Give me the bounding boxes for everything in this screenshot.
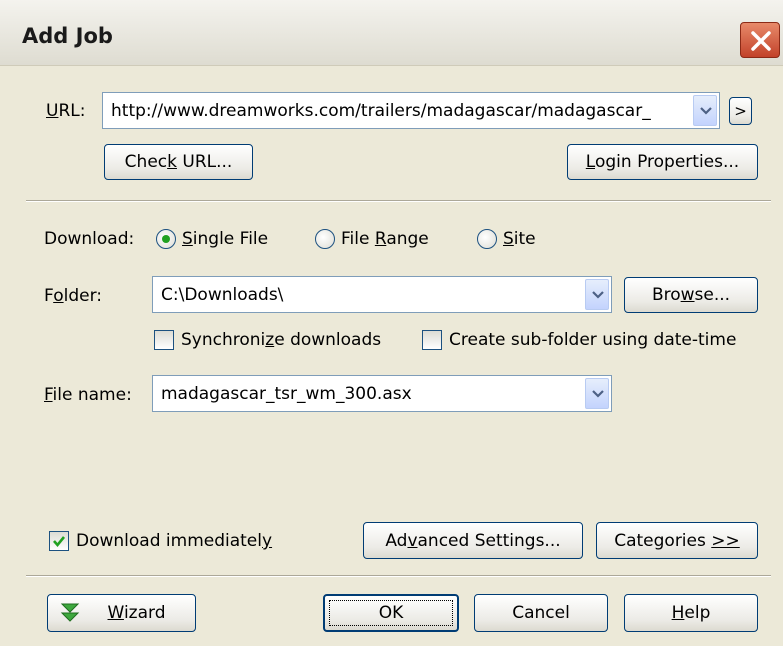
synchronize-downloads-label[interactable]: Synchronize downloads [181, 330, 381, 350]
folder-dropdown-button[interactable] [585, 279, 609, 310]
download-label: Download: [44, 229, 135, 249]
radio-single-file[interactable] [156, 229, 176, 249]
radio-site[interactable] [477, 229, 497, 249]
ok-button[interactable]: OK [323, 594, 459, 632]
url-dropdown-button[interactable] [693, 95, 717, 126]
check-url-label: Check URL... [124, 152, 233, 172]
browse-label: Browse... [651, 285, 731, 305]
folder-combobox[interactable]: C:\Downloads\ [152, 276, 612, 313]
separator-top [26, 200, 771, 202]
window-title: Add Job [22, 24, 113, 48]
file-name-dropdown-button[interactable] [585, 378, 609, 409]
url-input[interactable]: http://www.dreamworks.com/trailers/madag… [111, 93, 689, 128]
synchronize-downloads-checkbox[interactable] [154, 330, 174, 350]
help-button[interactable]: Help [624, 594, 758, 632]
advanced-settings-label: Advanced Settings... [385, 530, 561, 551]
chevron-down-icon [700, 106, 712, 115]
cancel-button[interactable]: Cancel [474, 594, 608, 632]
focus-rect [329, 600, 453, 626]
categories-label: Categories >> [614, 530, 740, 551]
check-url-button[interactable]: Check URL... [104, 144, 253, 180]
categories-button[interactable]: Categories >> [596, 522, 758, 559]
folder-label: Folder: [44, 286, 102, 306]
separator-bottom [26, 575, 771, 577]
chevron-down-icon [592, 290, 604, 299]
close-icon [751, 31, 771, 51]
cancel-label: Cancel [512, 603, 570, 623]
url-label: URL: [46, 101, 86, 121]
title-bar[interactable]: Add Job [0, 0, 783, 66]
advanced-settings-button[interactable]: Advanced Settings... [363, 522, 583, 559]
close-button[interactable] [740, 22, 780, 58]
folder-input[interactable]: C:\Downloads\ [161, 277, 581, 312]
radio-site-label[interactable]: Site [503, 229, 536, 249]
help-label: Help [671, 603, 711, 623]
go-button[interactable]: > [729, 97, 752, 125]
download-immediately-label[interactable]: Download immediately [76, 531, 272, 551]
wizard-button[interactable]: Wizard [47, 594, 196, 632]
chevron-down-icon [592, 389, 604, 398]
url-combobox[interactable]: http://www.dreamworks.com/trailers/madag… [102, 92, 720, 129]
wizard-label: Wizard [107, 603, 166, 623]
radio-single-file-label[interactable]: Single File [182, 229, 268, 249]
file-name-combobox[interactable]: madagascar_tsr_wm_300.asx [152, 375, 612, 412]
login-properties-label: Login Properties... [585, 152, 740, 172]
file-name-label: File name: [44, 385, 132, 405]
create-subfolder-checkbox[interactable] [422, 330, 442, 350]
checkmark-icon [53, 536, 66, 548]
wizard-arrows-icon [60, 603, 80, 622]
browse-button[interactable]: Browse... [624, 277, 758, 313]
radio-file-range[interactable] [315, 229, 335, 249]
radio-file-range-label[interactable]: File Range [341, 229, 429, 249]
login-properties-button[interactable]: Login Properties... [567, 144, 758, 180]
file-name-input[interactable]: madagascar_tsr_wm_300.asx [161, 376, 581, 411]
add-job-dialog: Add Job URL: http://www.dreamworks.com/t… [0, 0, 783, 646]
download-immediately-checkbox[interactable] [49, 531, 69, 551]
create-subfolder-label[interactable]: Create sub-folder using date-time [449, 330, 736, 350]
